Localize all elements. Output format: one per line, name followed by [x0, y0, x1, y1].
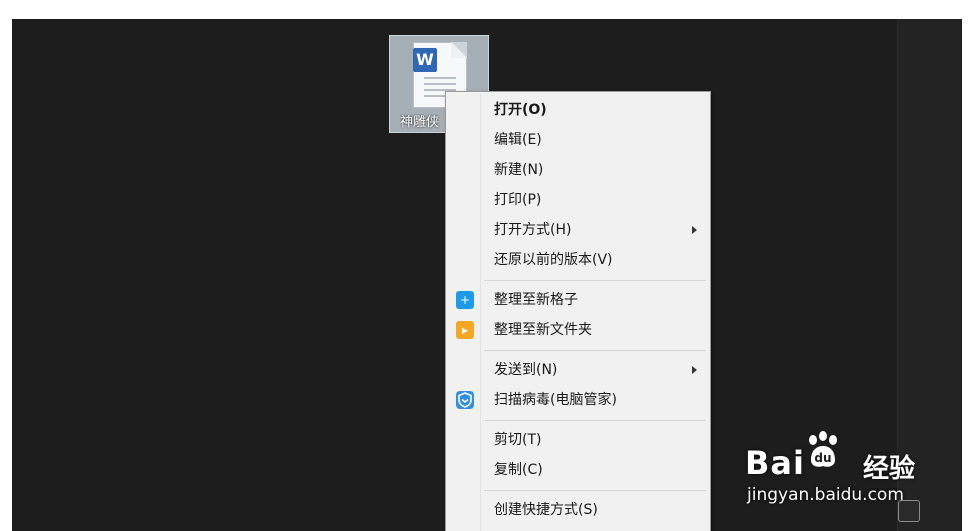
- menu-item-cut[interactable]: 剪切(T): [448, 426, 708, 454]
- menu-item-label: 发送到(N): [494, 362, 558, 378]
- menu-separator: [484, 490, 706, 491]
- menu-item-organize-new-grid[interactable]: + 整理至新格子: [448, 286, 708, 314]
- menu-separator: [484, 350, 706, 351]
- menu-item-send-to[interactable]: 发送到(N): [448, 356, 708, 384]
- menu-item-label: 整理至新文件夹: [494, 322, 592, 338]
- menu-item-print[interactable]: 打印(P): [448, 186, 708, 214]
- menu-item-scan-virus[interactable]: 扫描病毒(电脑管家): [448, 386, 708, 414]
- menu-item-open[interactable]: 打开(O): [448, 96, 708, 124]
- submenu-arrow-icon: [692, 226, 697, 234]
- fences-new-folder-icon: ▸: [456, 321, 474, 339]
- menu-item-label: 编辑(E): [494, 132, 542, 148]
- menu-item-label: 扫描病毒(电脑管家): [494, 392, 617, 408]
- menu-item-label: 创建快捷方式(S): [494, 502, 598, 518]
- menu-item-restore-previous-versions[interactable]: 还原以前的版本(V): [448, 246, 708, 274]
- menu-item-label: 新建(N): [494, 162, 544, 178]
- menu-separator: [484, 420, 706, 421]
- menu-item-copy[interactable]: 复制(C): [448, 456, 708, 484]
- pc-manager-shield-icon: [456, 391, 474, 409]
- menu-item-label: 整理至新格子: [494, 292, 578, 308]
- doc-line: [424, 83, 456, 85]
- menu-item-label: 打印(P): [494, 192, 542, 208]
- menu-item-label: 打开(O): [494, 102, 547, 118]
- page-fold: [451, 42, 467, 58]
- wps-badge-icon: W: [413, 48, 437, 72]
- menu-item-label: 打开方式(H): [494, 222, 572, 238]
- menu-item-edit[interactable]: 编辑(E): [448, 126, 708, 154]
- menu-item-open-with[interactable]: 打开方式(H): [448, 216, 708, 244]
- corner-search-icon[interactable]: [898, 500, 920, 522]
- watermark-brand: Bai: [745, 444, 805, 482]
- menu-item-label: 还原以前的版本(V): [494, 252, 613, 268]
- svg-text:du: du: [814, 451, 831, 465]
- fences-new-grid-icon: +: [456, 291, 474, 309]
- watermark-product: 经验: [863, 454, 916, 484]
- doc-line: [424, 77, 456, 79]
- baidu-paw-icon: du: [809, 431, 837, 467]
- menu-item-create-shortcut[interactable]: 创建快捷方式(S): [448, 496, 708, 524]
- menu-item-new[interactable]: 新建(N): [448, 156, 708, 184]
- context-menu: 打开(O) 编辑(E) 新建(N) 打印(P) 打开方式(H) 还原以前的版本(…: [445, 91, 711, 531]
- submenu-arrow-icon: [692, 366, 697, 374]
- watermark-url: jingyan.baidu.com: [747, 485, 904, 505]
- menu-separator: [484, 280, 706, 281]
- menu-item-label: 复制(C): [494, 462, 543, 478]
- menu-item-organize-new-folder[interactable]: ▸ 整理至新文件夹: [448, 316, 708, 344]
- menu-item-label: 剪切(T): [494, 432, 542, 448]
